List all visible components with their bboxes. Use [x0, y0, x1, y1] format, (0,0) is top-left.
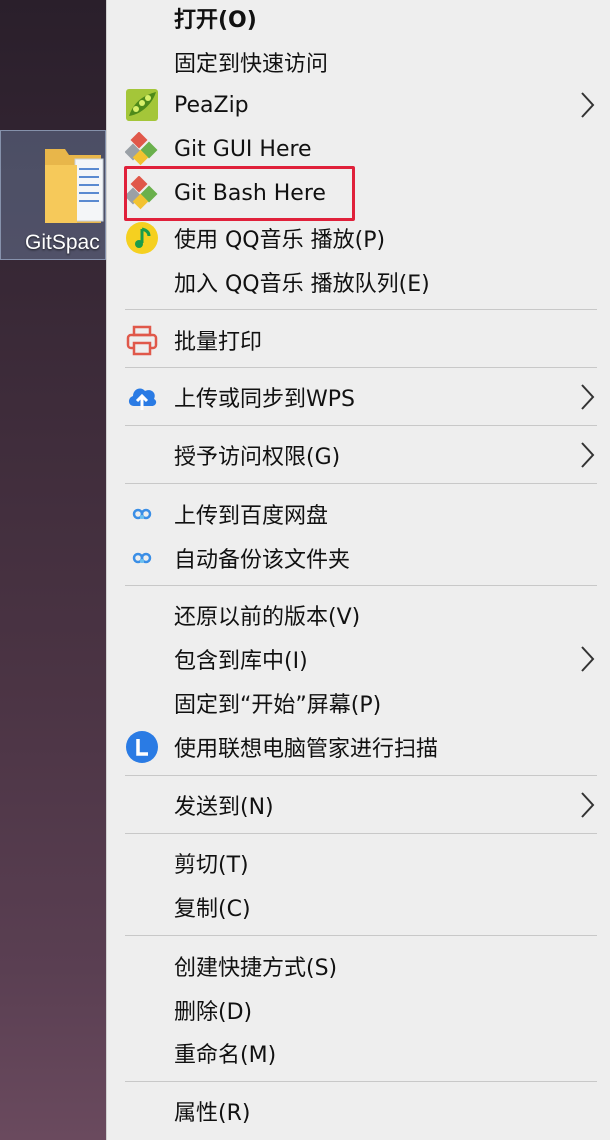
menu-item-label: 属性(R) — [174, 1101, 251, 1126]
folder-label: GitSpac — [25, 231, 100, 254]
git-icon — [125, 132, 159, 166]
menu-item-label: 包含到库中(I) — [174, 649, 308, 674]
menu-item-peazip[interactable]: PeaZip — [107, 83, 610, 127]
menu-item-label: 自动备份该文件夹 — [174, 548, 351, 573]
baidu-netdisk-icon — [125, 497, 159, 531]
menu-item-label: PeaZip — [174, 92, 249, 118]
menu-separator — [125, 585, 597, 586]
menu-item-label: 还原以前的版本(V) — [174, 605, 361, 630]
menu-separator — [125, 425, 597, 426]
menu-item-label: 使用联想电脑管家进行扫描 — [174, 737, 439, 762]
peazip-icon — [125, 88, 159, 122]
menu-item-rename[interactable]: 重命名(M) — [107, 1031, 610, 1075]
menu-item-delete[interactable]: 删除(D) — [107, 988, 610, 1032]
chevron-right-icon — [581, 384, 595, 410]
menu-separator — [125, 483, 597, 484]
menu-item-pin-quick-access[interactable]: 固定到快速访问 — [107, 40, 610, 84]
menu-separator — [125, 309, 597, 310]
menu-item-label: 删除(D) — [174, 1000, 253, 1025]
menu-separator — [125, 367, 597, 368]
chevron-right-icon — [581, 792, 595, 818]
menu-item-label: 剪切(T) — [174, 853, 249, 878]
lenovo-icon — [125, 730, 159, 764]
menu-item-label: 打开(O) — [174, 8, 257, 33]
menu-item-baidu-backup[interactable]: 自动备份该文件夹 — [107, 536, 610, 580]
menu-item-qq-music-queue[interactable]: 加入 QQ音乐 播放队列(E) — [107, 260, 610, 304]
menu-item-restore-versions[interactable]: 还原以前的版本(V) — [107, 593, 610, 637]
menu-item-batch-print[interactable]: 批量打印 — [107, 318, 610, 362]
menu-item-baidu-upload[interactable]: 上传到百度网盘 — [107, 492, 610, 536]
menu-separator — [125, 1081, 597, 1082]
menu-item-wps-upload[interactable]: 上传或同步到WPS — [107, 375, 610, 419]
menu-separator — [125, 833, 597, 834]
chevron-right-icon — [581, 92, 595, 118]
cloud-upload-icon — [125, 380, 159, 414]
menu-item-qq-music-play[interactable]: 使用 QQ音乐 播放(P) — [107, 216, 610, 260]
menu-item-label: 授予访问权限(G) — [174, 445, 341, 470]
qq-music-icon — [125, 221, 159, 255]
menu-item-copy[interactable]: 复制(C) — [107, 885, 610, 929]
menu-item-lenovo-scan[interactable]: 使用联想电脑管家进行扫描 — [107, 725, 610, 769]
menu-item-send-to[interactable]: 发送到(N) — [107, 783, 610, 827]
menu-item-pin-start[interactable]: 固定到“开始”屏幕(P) — [107, 681, 610, 725]
menu-item-create-shortcut[interactable]: 创建快捷方式(S) — [107, 944, 610, 988]
menu-item-label: 上传到百度网盘 — [174, 504, 329, 529]
menu-item-include-library[interactable]: 包含到库中(I) — [107, 637, 610, 681]
menu-item-label: 使用 QQ音乐 播放(P) — [174, 228, 386, 253]
menu-item-cut[interactable]: 剪切(T) — [107, 841, 610, 885]
menu-item-label: 批量打印 — [174, 330, 263, 355]
highlight-box — [124, 166, 355, 221]
printer-icon — [125, 323, 159, 357]
menu-item-label: 发送到(N) — [174, 795, 274, 820]
menu-item-label: 固定到快速访问 — [174, 52, 329, 77]
menu-item-label: 加入 QQ音乐 播放队列(E) — [174, 272, 430, 297]
menu-separator — [125, 935, 597, 936]
menu-item-label: 复制(C) — [174, 897, 251, 922]
baidu-netdisk-icon — [125, 541, 159, 575]
menu-item-label: 固定到“开始”屏幕(P) — [174, 693, 382, 718]
desktop-folder[interactable]: GitSpac — [0, 130, 106, 260]
menu-item-label: 重命名(M) — [174, 1043, 277, 1068]
menu-item-grant-access[interactable]: 授予访问权限(G) — [107, 433, 610, 477]
menu-item-open[interactable]: 打开(O) — [107, 0, 610, 40]
context-menu: 打开(O) 固定到快速访问 PeaZip Git GUI Here Git Ba… — [106, 0, 610, 1140]
menu-item-git-gui[interactable]: Git GUI Here — [107, 127, 610, 171]
menu-item-label: Git GUI Here — [174, 136, 312, 162]
menu-item-label: 上传或同步到WPS — [174, 387, 355, 412]
chevron-right-icon — [581, 442, 595, 468]
chevron-right-icon — [581, 646, 595, 672]
menu-item-properties[interactable]: 属性(R) — [107, 1089, 610, 1133]
menu-item-label: 创建快捷方式(S) — [174, 956, 338, 981]
menu-separator — [125, 775, 597, 776]
folder-icon — [45, 149, 104, 223]
